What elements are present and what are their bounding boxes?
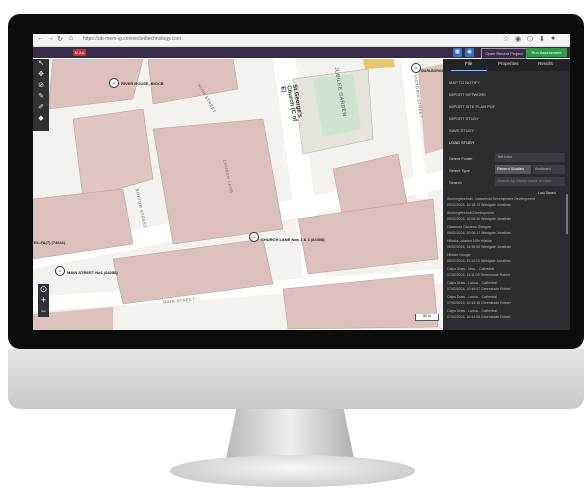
project-badge: M.AA	[73, 49, 86, 56]
tab-results[interactable]: Results	[538, 61, 553, 66]
download-icon[interactable]: ⬇	[539, 35, 545, 43]
zoom-in-button[interactable]: +	[38, 295, 49, 306]
list-item[interactable]: Workingfreehold - Leasehold Development …	[447, 197, 565, 201]
archived-toggle[interactable]: Archived	[533, 165, 565, 174]
menu-item-load-study[interactable]: LOAD STUDY	[449, 140, 475, 145]
open-recent-button[interactable]: Open Recent Project	[481, 48, 527, 59]
map-marker-icon[interactable]: ⌂	[55, 266, 65, 276]
list-item[interactable]: 08/02/2024, 15:35:55 Westgate Jonathan	[447, 245, 565, 249]
layers-icon[interactable]: ◆	[33, 114, 49, 125]
list-item[interactable]: Hillside Google	[447, 253, 565, 257]
list-item[interactable]: 08/02/2024, 11:14:15 Westgate Jonathan	[447, 259, 565, 263]
map-label-river-house: RIVER HOUSE, BIOCB	[121, 81, 164, 86]
list-item[interactable]: 09/02/2024, 10:06:40 Westgate Jonathan	[447, 217, 565, 221]
move-icon[interactable]: ✥	[33, 70, 49, 81]
map-label-church-lane: CHURCH LANE Nos 1 & 3 (84308)	[261, 237, 325, 242]
map-label-main-street: MAIN STREET No1 (84258)	[67, 270, 118, 275]
select-folder-label: Select Folder	[449, 156, 473, 161]
list-item[interactable]: Calps Draw - Lonca... Cathedral	[447, 295, 565, 299]
search-label: Search	[449, 180, 462, 185]
shield-icon[interactable]: ⬡	[527, 35, 533, 43]
edit-icon[interactable]: ✎	[33, 92, 49, 103]
measure-icon[interactable]: ⊘	[33, 81, 49, 92]
layers-icon[interactable]: ▦	[453, 48, 462, 57]
reload-icon[interactable]: ↻	[57, 35, 63, 43]
monitor-stand-neck	[226, 409, 354, 459]
extension-icon[interactable]: ◉	[515, 35, 521, 43]
forward-icon[interactable]: →	[47, 35, 54, 42]
locate-icon[interactable]: ⊙	[38, 284, 49, 295]
list-item[interactable]: Calps Draw - Lonca... Cathedral	[447, 281, 565, 285]
list-item[interactable]: Calps Draw - Mou... Cathedral	[447, 267, 565, 271]
pointer-icon[interactable]: ↖	[33, 59, 49, 70]
map-pin-icon[interactable]: ◉	[465, 48, 474, 57]
list-item[interactable]: Calps Draw - Lonca... Cathedral	[447, 309, 565, 313]
run-assessment-button[interactable]: Run Assessment	[526, 48, 567, 57]
monitor-stand-base	[170, 455, 415, 487]
tab-properties[interactable]: Properties	[498, 61, 519, 66]
back-icon[interactable]: ←	[37, 35, 44, 42]
map-marker-icon[interactable]: ⌂	[249, 232, 259, 242]
menu-item-map-notify[interactable]: MAP TO NOTIFY	[449, 80, 480, 85]
star-icon[interactable]: ☆	[503, 35, 509, 43]
map-scale-bar: 50 m	[415, 314, 439, 321]
list-item[interactable]: Glasmoor Gardens Glasgow	[447, 225, 565, 229]
profile-icon[interactable]: ●	[551, 35, 555, 42]
map-canvas[interactable]	[33, 59, 443, 330]
divider	[477, 48, 478, 57]
list-item[interactable]: 07/02/2024, 10:45:46 Greenslade Robert	[447, 301, 565, 305]
menu-item-import-study[interactable]: IMPORT STUDY	[449, 116, 479, 121]
active-tab-indicator	[451, 70, 487, 71]
map-marker-icon[interactable]: ⌂	[411, 63, 421, 73]
draw-icon[interactable]: ✐	[33, 103, 49, 114]
list-item[interactable]: Workingfreehold Development	[447, 211, 565, 215]
zoom-out-button[interactable]: −	[38, 306, 49, 317]
panel-scrollbar[interactable]	[566, 194, 568, 234]
select-folder-dropdown[interactable]: Tell Infor	[495, 153, 565, 162]
list-item[interactable]: Hillside - station 18% Hillside	[447, 239, 565, 243]
list-item[interactable]: 09/02/2024, 10:18:19 Westgate Jonathan	[447, 203, 565, 207]
study-search-input[interactable]: Search by Study name or User	[495, 177, 565, 186]
recent-studies-toggle[interactable]: Recent Studies	[495, 165, 531, 174]
monitor-chin	[8, 349, 584, 409]
list-header-last-saved: Last Saved	[538, 191, 556, 195]
map-buildings	[33, 59, 443, 330]
menu-item-import-network[interactable]: IMPORT NETWORK	[449, 92, 486, 97]
list-item[interactable]: 07/02/2024, 10:46:07 Greenslade Robert	[447, 287, 565, 291]
list-item[interactable]: 07/02/2024, 11:11:09 Greenslade Robert	[447, 273, 565, 277]
list-item[interactable]: 07/02/2024, 10:44:08 Greenslade Robert	[447, 315, 565, 319]
home-icon[interactable]: ⌂	[69, 35, 73, 42]
menu-item-import-site-plan[interactable]: IMPORT SITE PLAN PDF	[449, 104, 495, 109]
map-toolbar: ↖ ✥ ⊘ ✎ ✐ ◆	[33, 59, 49, 131]
map-label-left-edge: EL-FA(7) (74641)	[34, 240, 66, 245]
map-marker-icon[interactable]: ⌂	[109, 78, 119, 88]
select-type-label: Select Type	[449, 168, 470, 173]
tab-file[interactable]: File	[465, 61, 472, 66]
list-item[interactable]: 09/02/2024, 10:06:17 Westgate Jonathan	[447, 231, 565, 235]
zoom-controls: ⊙ + −	[38, 284, 49, 317]
address-bar[interactable]: https://ub-mem-ig.connectedtechnology.co…	[83, 36, 181, 42]
screen: ← → ↻ ⌂ https://ub-mem-ig.connectedtechn…	[33, 34, 570, 330]
menu-item-save-study[interactable]: SAVE STUDY	[449, 128, 474, 133]
